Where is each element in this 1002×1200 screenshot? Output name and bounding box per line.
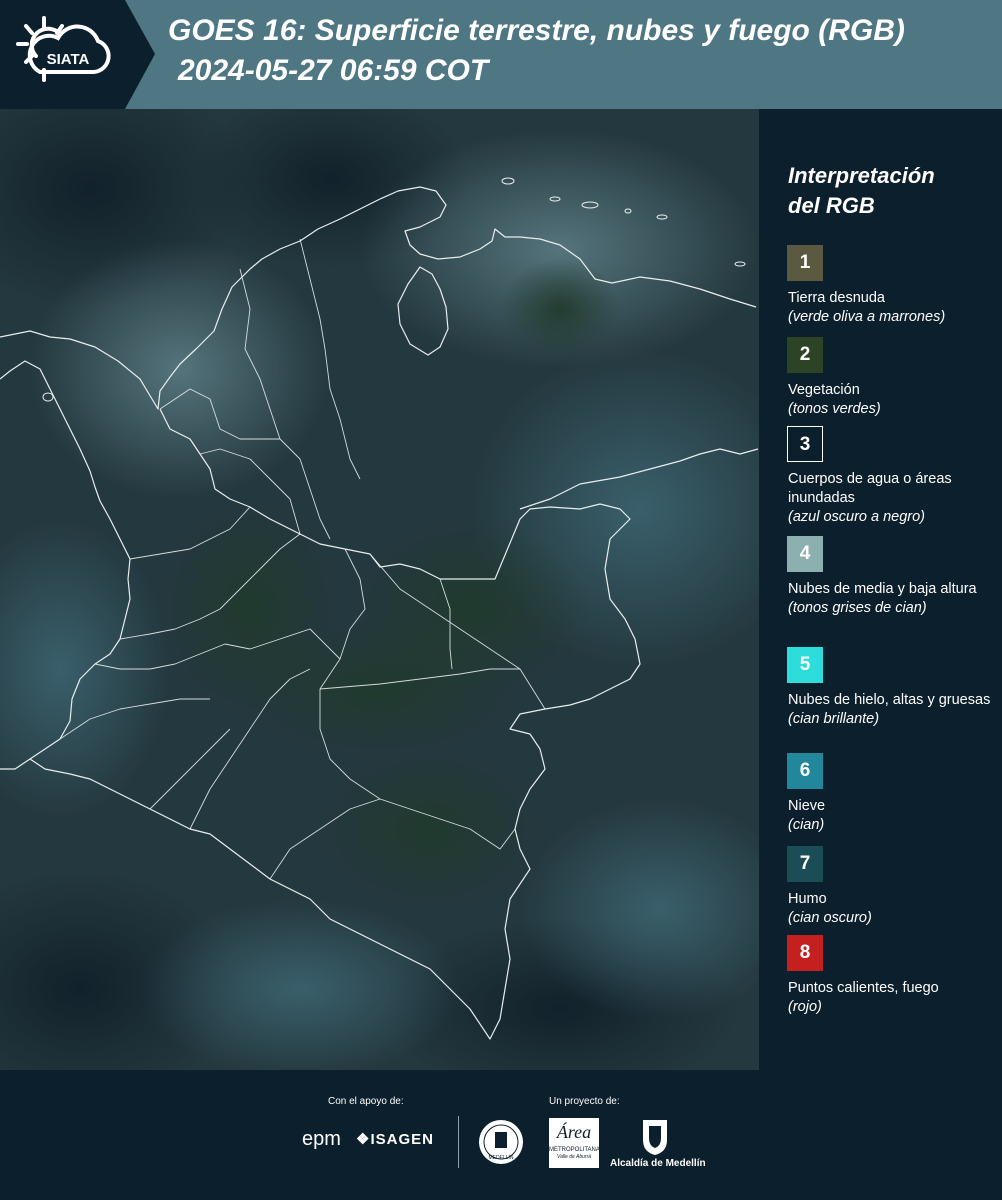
legend-title-line1: Interpretación [788, 163, 935, 188]
legend-swatch-7: 7 [787, 846, 823, 882]
legend-item-description: (cian) [788, 817, 825, 833]
legend-item-description: (cian oscuro) [788, 910, 872, 926]
legend-item-label: Cuerpos de agua o áreas inundadas [788, 471, 952, 506]
legend-swatch-4: 4 [787, 536, 823, 572]
legend-item-label: Puntos calientes, fuego [788, 980, 939, 996]
satellite-map[interactable] [0, 109, 759, 1070]
legend-swatch-1: 1 [787, 245, 823, 281]
legend-item-text-6: Nieve (cian) [788, 797, 998, 835]
medellin-shield [640, 1118, 670, 1156]
legend-item-label: Tierra desnuda [788, 290, 885, 306]
legend-swatch-5: 5 [787, 647, 823, 683]
isagen-logo: ❖ISAGEN [356, 1131, 434, 1148]
medellin-logo: Alcaldía de Medellín [610, 1158, 706, 1169]
legend-item-label: Nieve [788, 798, 826, 814]
legend-item-text-2: Vegetación (tonos verdes) [788, 381, 998, 419]
legend-swatch-3: 3 [787, 426, 823, 462]
legend-item-text-1: Tierra desnuda (verde oliva a marrones) [788, 289, 998, 327]
legend-item-label: Nubes de media y baja altura [788, 581, 977, 597]
seal-icon: MEDELLÍN [479, 1120, 523, 1164]
legend-item-label: Vegetación [788, 382, 860, 398]
footer-divider [458, 1116, 459, 1168]
legend-item-label: Nubes de hielo, altas y gruesas [788, 692, 991, 708]
project-label: Un proyecto de: [549, 1096, 620, 1107]
svg-text:SIATA: SIATA [47, 51, 90, 68]
legend-item-text-4: Nubes de media y baja altura (tonos grise… [788, 580, 998, 618]
legend-item-text-3: Cuerpos de agua o áreas inundadas (azul o… [788, 470, 998, 527]
footer: Con el apoyo de: Un proyecto de: epm ❖IS… [0, 1070, 1002, 1200]
epm-logo: epm [302, 1128, 341, 1150]
page-datetime: 2024-05-27 06:59 COT [178, 54, 489, 87]
legend-item-description: (azul oscuro a negro) [788, 509, 926, 525]
legend-swatch-2: 2 [787, 337, 823, 373]
legend-item-description: (cian brillante) [788, 711, 880, 727]
header-bar: SIATA GOES 16: Superficie terrestre, nub… [0, 0, 1002, 109]
siata-logo: SIATA [14, 14, 126, 94]
legend-item-label: Humo [788, 891, 827, 907]
legend-item-text-7: Humo (cian oscuro) [788, 890, 998, 928]
legend-item-description: (verde oliva a marrones) [788, 309, 946, 325]
page-title: GOES 16: Superficie terrestre, nubes y f… [168, 14, 905, 47]
legend-item-description: (tonos grises de cian) [788, 600, 927, 616]
amva-logo: Área METROPOLITANA Valle de Aburrá [549, 1118, 600, 1168]
legend-title-line2: del RGB [788, 193, 875, 218]
isagen-mark-icon: ❖ [356, 1131, 371, 1148]
satellite-image [0, 109, 759, 1070]
coat-of-arms-icon [643, 1120, 667, 1155]
legend-panel: Interpretación del RGB 1 Tierra desnuda (v… [760, 109, 1002, 1070]
legend-swatch-8: 8 [787, 935, 823, 971]
svg-text:MEDELLÍN: MEDELLÍN [488, 1154, 513, 1161]
legend-item-text-5: Nubes de hielo, altas y gruesas (cian bri… [788, 691, 998, 729]
legend-swatch-6: 6 [787, 753, 823, 789]
legend-title: Interpretación del RGB [788, 161, 988, 221]
university-seal: MEDELLÍN [477, 1118, 525, 1166]
support-label: Con el apoyo de: [328, 1096, 404, 1107]
legend-item-description: (tonos verdes) [788, 401, 881, 417]
legend-item-description: (rojo) [788, 999, 822, 1015]
legend-item-text-8: Puntos calientes, fuego (rojo) [788, 979, 998, 1017]
sun-cloud-icon: SIATA [16, 16, 111, 82]
